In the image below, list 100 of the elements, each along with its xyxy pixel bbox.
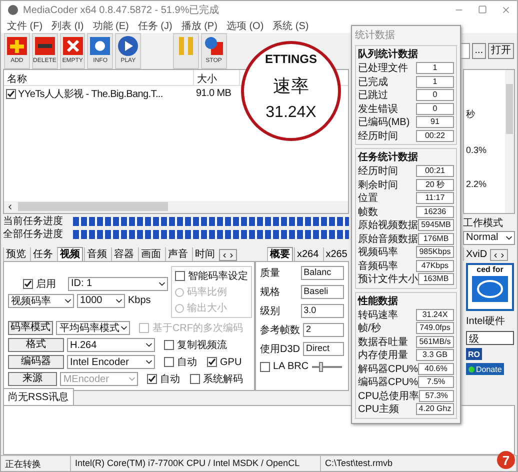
checkbox[interactable] [6,88,16,99]
stat-value: 00:21 [416,165,454,178]
stat-value: 40.6% [418,362,454,375]
magnified-tab-label: ETTINGS [264,52,317,66]
option-label: 系统解码 [203,372,243,386]
info-icon [89,35,112,58]
stat-value: 00:22 [416,130,454,142]
stat-value: 1 [416,76,454,88]
stat-value: 749.0fps [416,322,454,334]
field-label: 级别 [260,305,281,318]
scrollbar-thumb[interactable] [18,202,168,212]
stat-label: 编码器CPU% [358,376,418,390]
stat-value: 4.20 Ghz [416,403,454,416]
bitrate-type-select[interactable]: 视频码率 [8,294,74,308]
stat-label: 解码器CPU% [358,362,418,376]
field-label: 参考帧数 [260,324,300,338]
magnified-header: 速率 [273,75,309,98]
stat-value: 91 [416,116,454,128]
level-field[interactable]: 级 [466,331,514,346]
donate-button[interactable]: Donate [466,363,504,376]
option-label: 码率比例 [187,286,227,300]
stat-label: 数据吞吐量 [358,336,408,349]
work-mode-select[interactable]: Normal [463,230,515,245]
bitrate-select[interactable]: 1000 [77,294,125,308]
stat-value: 11:17 [416,192,454,204]
stat-value: 163MB [418,273,454,286]
menu-item[interactable]: 播放 (P) [181,18,218,33]
stat-value: 31.24X [416,308,454,321]
value-field[interactable]: 2 [303,323,344,338]
tab[interactable]: 尚无RSS讯息 [3,388,74,406]
window-title: MediaCoder x64 0.8.47.5872 - 51.9%已完成 [23,4,220,17]
la-brc-label: LA BRC [273,361,309,372]
plus-icon [6,35,28,58]
tab-scroll-button[interactable] [219,249,237,262]
tab[interactable]: 概要 [267,247,293,262]
stat-value: 561MB/s [416,336,454,348]
coin-icon [468,366,475,373]
cross-icon [62,35,84,58]
app-icon [7,4,19,16]
stat-value: 47Kbps [416,260,454,272]
value-select[interactable]: Intel Encoder [67,355,155,370]
checkbox[interactable] [175,271,185,282]
info-text: 2.2% [466,179,488,190]
menu-item[interactable]: 功能 (E) [92,18,129,33]
stat-label: 经历时间 [358,164,398,178]
browse-button[interactable]: ... [472,43,486,60]
stat-label: 内存使用量 [358,348,408,362]
maximize-icon[interactable] [478,4,487,14]
value-field[interactable]: Balanc [300,266,344,280]
group-title: 任务统计数据 [358,150,419,164]
unit-label: Kbps [128,295,151,306]
close-icon[interactable] [501,4,511,15]
settings-button[interactable]: 格式 [8,338,64,352]
open-button[interactable]: 打开 [488,43,514,60]
checkbox[interactable] [164,357,174,368]
chip-logo-icon [470,274,510,304]
checkbox[interactable] [164,340,174,350]
checkbox[interactable] [23,278,33,289]
value-field[interactable]: Baseli [300,285,344,300]
stop-icon [202,35,225,58]
slider-thumb[interactable] [318,362,323,372]
stat-value: 20 秒 [416,178,454,191]
group-title: 队列统计数据 [358,48,419,61]
menu-item[interactable]: 系统 (S) [272,18,309,33]
value-field[interactable]: 3.0 [300,304,344,318]
value-select[interactable]: 平均码率模式 [56,321,130,336]
menu-item[interactable]: 文件 (F) [7,18,43,33]
settings-button[interactable]: 编码器 [8,355,64,370]
info-text: 0.3% [466,145,488,156]
smart-bitrate-label: 智能码率设定 [188,270,248,284]
column-header: 大小 [194,70,240,86]
statistics-title: 统计数据 [355,28,396,42]
menu-item[interactable]: 列表 (I) [52,18,84,33]
progress-label: 全部任务进度 [3,228,64,242]
settings-button[interactable]: 码率模式 [8,321,54,336]
stat-value: 176MB [418,232,454,245]
radio-button[interactable] [175,304,184,313]
stat-label: 音频码率 [358,260,398,273]
stat-label: 已处理文件 [358,62,408,76]
value-field[interactable]: Direct [303,342,344,356]
checkbox[interactable] [260,362,270,372]
tab[interactable]: 视频 [57,247,83,262]
radio-button[interactable] [175,288,184,297]
enable-label: 启用 [36,278,56,291]
stat-label: 已编码(MB) [358,116,410,130]
value-select[interactable]: H.264 [67,338,155,352]
menu-item[interactable]: 任务 (J) [138,18,172,33]
pro-button[interactable]: RO [466,348,482,360]
stat-label: 位置 [358,192,378,206]
checkbox[interactable] [207,357,217,368]
option-label: 输出大小 [187,302,227,316]
option-label: GPU [220,356,242,368]
id-select[interactable]: ID: 1 [68,276,168,291]
tab-scroll-button[interactable] [490,249,508,262]
stat-label: 帧数 [358,206,378,219]
stat-label: 经历时间 [358,130,398,143]
menu-item[interactable]: 选项 (O) [226,18,264,33]
stat-label: 发生错误 [358,102,398,116]
stat-value: 1 [416,62,454,74]
stat-label: CPU总使用率 [358,390,420,403]
